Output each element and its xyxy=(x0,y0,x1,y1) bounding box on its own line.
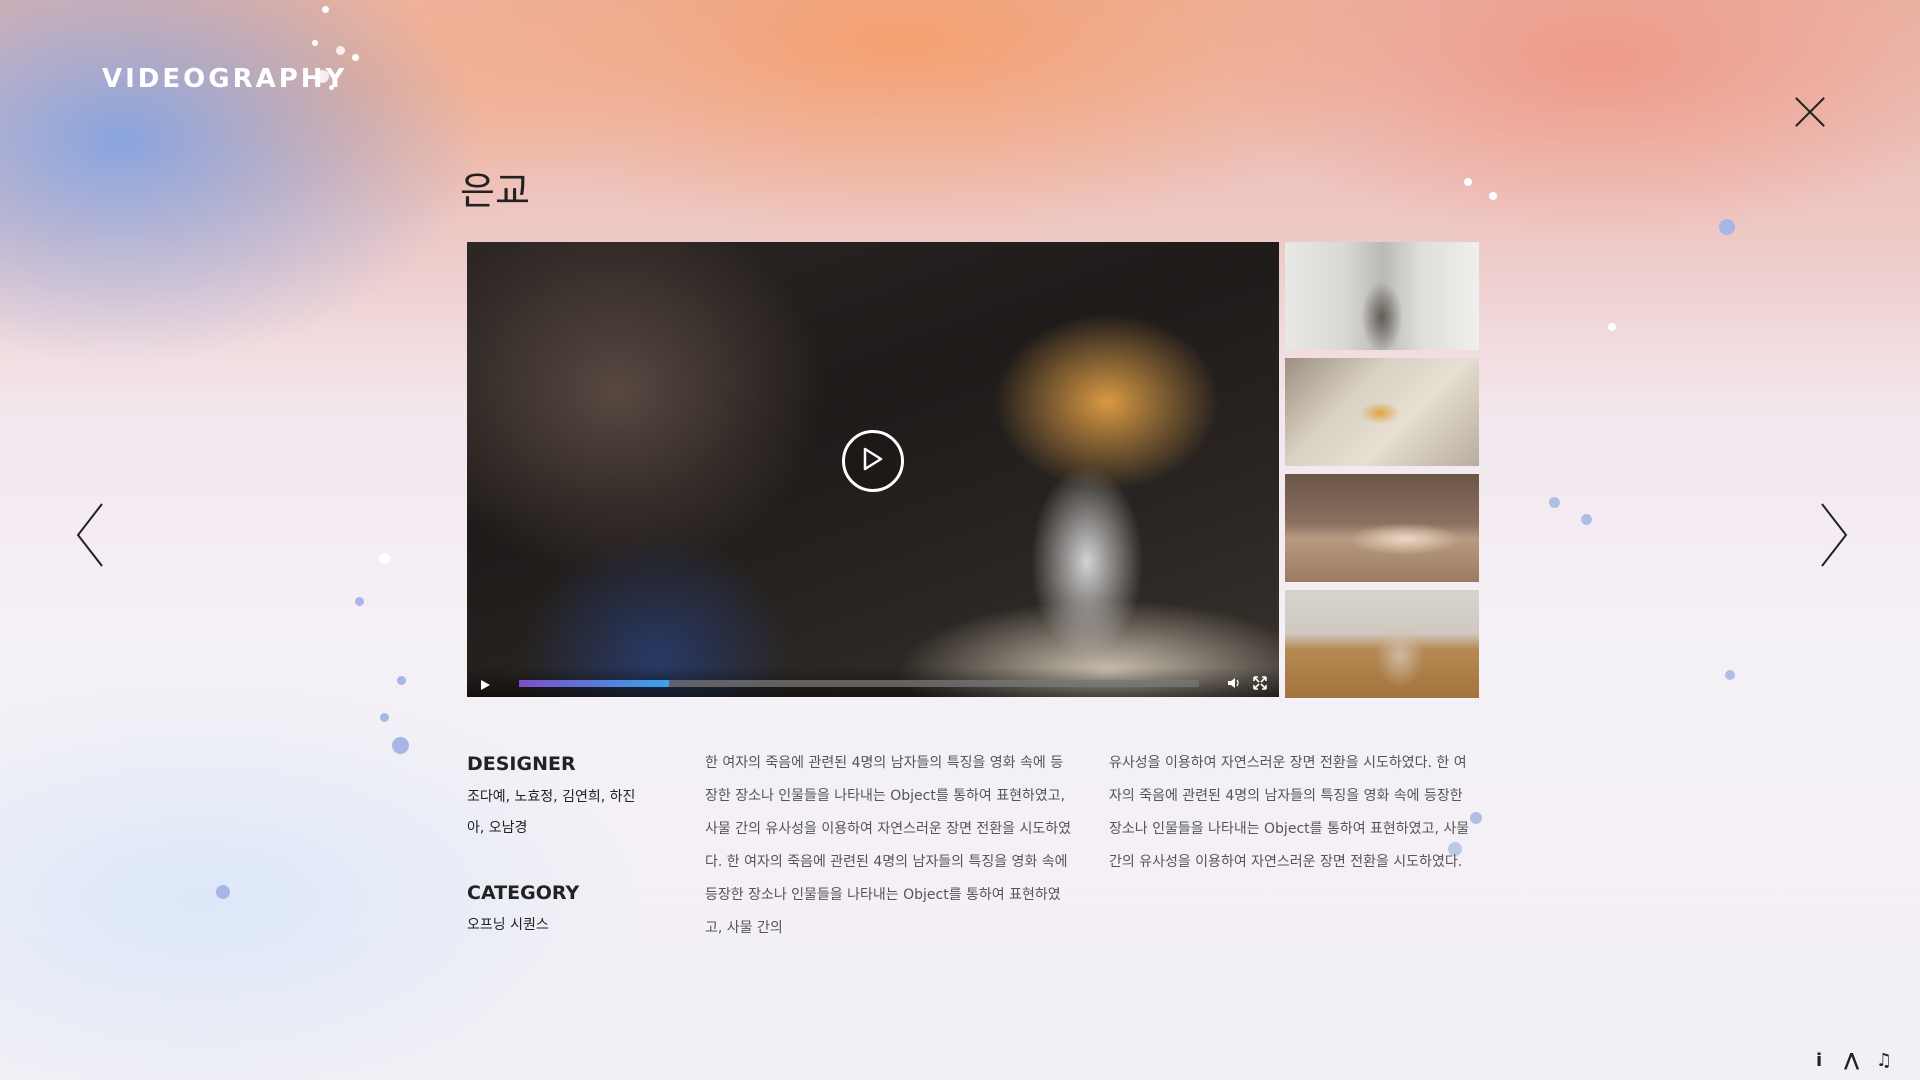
decor-dot xyxy=(216,885,230,899)
designer-names: 조다예, 노효정, 김연희, 하진아, 오남경 xyxy=(467,789,636,836)
description-column-2: 유사성을 이용하여 자연스러운 장면 전환을 시도하였다. 한 여자의 죽음에 … xyxy=(1109,755,1470,870)
category-value: 오프닝 시퀀스 xyxy=(467,917,549,933)
decor-dot xyxy=(336,46,345,55)
decor-dot xyxy=(312,40,318,46)
next-button[interactable] xyxy=(1812,500,1852,570)
mountain-icon[interactable]: ⋀ xyxy=(1844,1050,1859,1071)
info-icon[interactable]: i xyxy=(1816,1050,1822,1071)
decor-dot xyxy=(322,6,329,13)
decor-dot xyxy=(1489,192,1497,200)
decor-dot xyxy=(352,54,359,61)
description-column-1: 한 여자의 죽음에 관련된 4명의 남자들의 특징을 영화 속에 등장한 장소나… xyxy=(705,755,1072,936)
decor-dot xyxy=(355,597,364,606)
decor-dot xyxy=(1549,497,1560,508)
decor-dot xyxy=(1581,514,1592,525)
volume-button[interactable] xyxy=(1227,675,1241,689)
music-icon[interactable]: ♫ xyxy=(1876,1050,1892,1071)
decor-dot xyxy=(397,676,406,685)
decor-dot xyxy=(379,553,390,564)
close-button[interactable] xyxy=(1794,96,1826,128)
fullscreen-button[interactable] xyxy=(1253,675,1267,690)
thumbnail[interactable] xyxy=(1285,242,1479,350)
decor-dot xyxy=(1608,323,1616,331)
play-icon xyxy=(481,680,490,690)
chevron-left-icon xyxy=(76,503,103,567)
video-controls xyxy=(467,667,1279,697)
prev-button[interactable] xyxy=(72,500,112,570)
thumbnail[interactable] xyxy=(1285,590,1479,698)
fullscreen-icon xyxy=(1253,676,1267,690)
chevron-right-icon xyxy=(1821,503,1848,567)
brand-logo[interactable]: VIDEOGRAPHY xyxy=(102,64,347,94)
designer-heading: DESIGNER xyxy=(467,753,576,775)
control-play-button[interactable] xyxy=(479,676,491,690)
thumbnail[interactable] xyxy=(1285,358,1479,466)
decor-dot xyxy=(380,713,389,722)
decor-dot xyxy=(1719,219,1735,235)
play-button[interactable] xyxy=(842,430,904,492)
thumbnail[interactable] xyxy=(1285,474,1479,582)
page-title: 은교 xyxy=(460,169,530,213)
progress-fill xyxy=(519,680,669,687)
decor-dot xyxy=(1464,178,1472,186)
category-heading: CATEGORY xyxy=(467,882,580,904)
video-player[interactable] xyxy=(467,242,1279,697)
progress-bar[interactable] xyxy=(519,680,1199,687)
decor-dot xyxy=(392,737,409,754)
decor-dot xyxy=(1725,670,1735,680)
play-icon xyxy=(863,447,883,471)
volume-icon xyxy=(1228,678,1239,688)
